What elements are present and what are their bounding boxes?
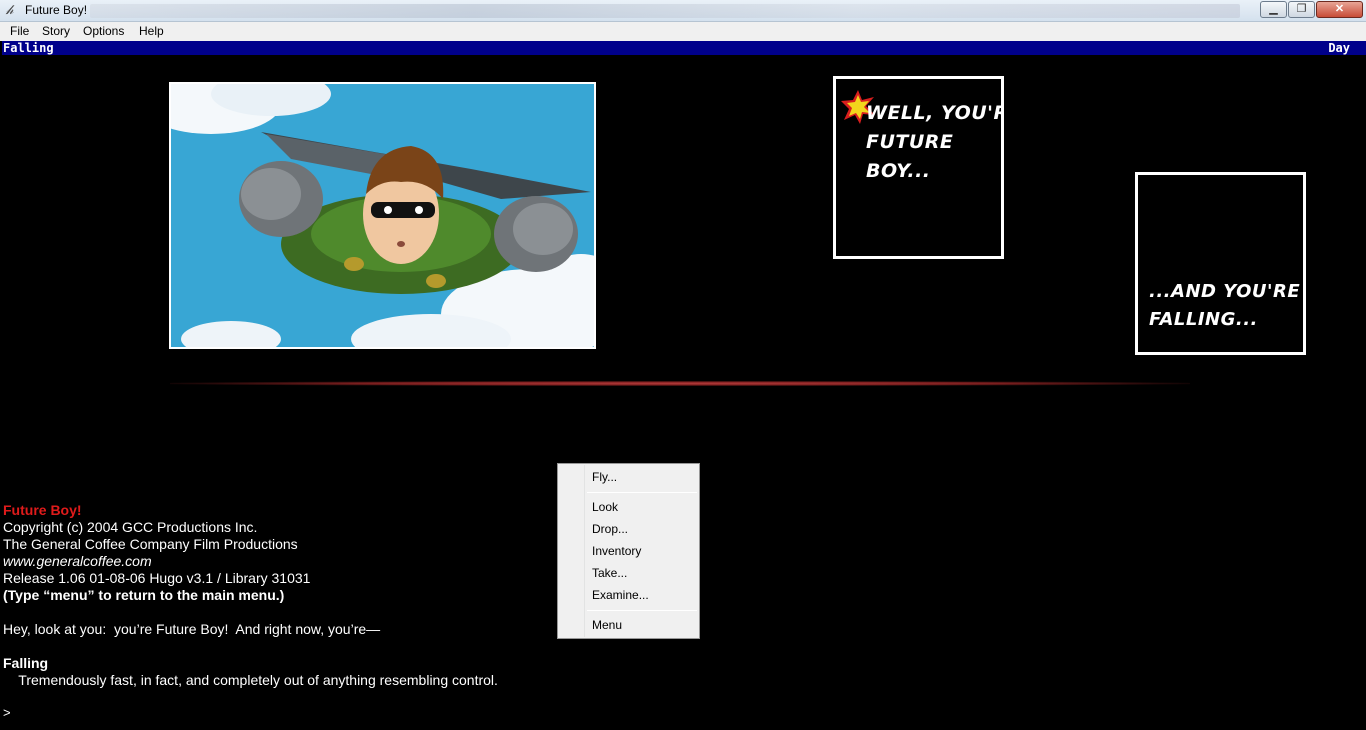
comic-panel-1: WELL, YOU'RE FUTURE BOY... [833,76,1004,259]
window-title: Future Boy! [25,3,88,17]
context-separator [587,492,697,493]
context-item-drop[interactable]: Drop... [592,522,628,537]
panel-2-caption: ...AND YOU'RE FALLING... [1149,278,1303,334]
comic-panel-2: ...AND YOU'RE FALLING... [1135,172,1306,355]
command-prompt[interactable]: > [3,705,11,720]
close-button[interactable]: ✕ [1316,1,1363,18]
context-item-examine[interactable]: Examine... [592,588,649,603]
panel-1-line-3: BOY... [866,160,931,182]
menu-hint-line: (Type “menu” to return to the main menu.… [3,587,285,603]
close-icon: ✕ [1334,3,1345,15]
restore-icon: ❐ [1296,3,1307,15]
panel-2-line-1: ...AND YOU'RE [1149,281,1301,302]
panel-1-line-1: WELL, YOU'RE [866,102,1001,124]
menu-options[interactable]: Options [83,24,124,39]
context-item-take[interactable]: Take... [592,566,627,581]
room-description: Tremendously fast, in fact, and complete… [3,672,498,688]
panel-1-line-2: FUTURE [866,131,954,153]
title-bar: 𝒽 Future Boy! ▁ ❐ ✕ [0,0,1366,22]
copyright-line: Copyright (c) 2004 GCC Productions Inc. [3,519,258,535]
game-transcript: Future Boy! Copyright (c) 2004 GCC Produ… [3,502,603,689]
release-line: Release 1.06 01-08-06 Hugo v3.1 / Librar… [3,570,311,586]
company-line: The General Coffee Company Film Producti… [3,536,298,552]
scene-illustration [169,82,596,349]
context-item-inventory[interactable]: Inventory [592,544,641,559]
website-line: www.generalcoffee.com [3,553,152,569]
menu-file[interactable]: File [10,24,29,39]
restore-button[interactable]: ❐ [1288,1,1315,18]
room-name: Falling [3,655,49,671]
app-icon: 𝒽 [6,3,14,18]
panel-2-line-2: FALLING... [1149,309,1258,330]
context-item-menu[interactable]: Menu [592,618,622,633]
blurred-taskbar-area [90,4,1240,18]
menu-help[interactable]: Help [139,24,164,39]
status-bar: Falling Day [2,41,1366,55]
minimize-button[interactable]: ▁ [1260,1,1287,18]
context-item-fly[interactable]: Fly... [592,470,617,485]
context-separator [587,610,697,611]
status-time: Day [1328,41,1350,55]
context-item-look[interactable]: Look [592,500,618,515]
minimize-icon: ▁ [1269,3,1278,15]
panel-1-caption: WELL, YOU'RE FUTURE BOY... [866,99,1001,186]
falling-hero-image [171,84,594,347]
red-divider [170,381,1190,386]
context-menu: Fly... Look Drop... Inventory Take... Ex… [557,463,700,639]
menu-story[interactable]: Story [42,24,70,39]
intro-line: Hey, look at you: you’re Future Boy! And… [3,621,381,637]
menu-bar: File Story Options Help [0,22,1366,41]
status-location: Falling [3,41,54,55]
game-title: Future Boy! [3,502,82,518]
